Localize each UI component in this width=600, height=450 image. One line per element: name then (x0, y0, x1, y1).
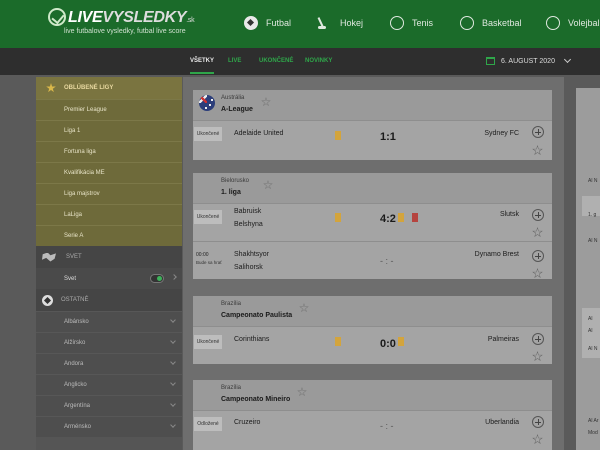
chevron-down-icon (170, 317, 176, 323)
tab-live[interactable]: LIVE (228, 58, 241, 64)
basketball-icon (460, 16, 474, 30)
sidebar-item-argentina[interactable]: Argentína (36, 395, 182, 416)
nav-sport-futbal[interactable]: Futbal (244, 14, 291, 32)
favorite-star-icon[interactable] (299, 303, 309, 313)
match-row[interactable]: Ukončené Corinthians 0:0 Palmeiras (193, 326, 552, 364)
add-match-icon[interactable] (532, 126, 544, 138)
world-map-icon (42, 252, 56, 262)
nav-sport-volejbal[interactable]: Volejbal (546, 14, 600, 32)
sidebar-item-anglicko[interactable]: Anglicko (36, 374, 182, 395)
league-header[interactable]: Brazília Campeonato Mineiro (193, 380, 552, 410)
soccer-ball-icon (244, 16, 258, 30)
match-row[interactable]: Ukončené Adelaide United 1:1 Sydney FC (193, 120, 552, 160)
tagline: live futbalove vysledky, futbal live sco… (64, 28, 186, 35)
match-row[interactable]: 00:00 Bude sa hrať Shakhtsyor Salihorsk … (193, 241, 552, 279)
sidebar-item-armensko[interactable]: Arménsko (36, 416, 182, 437)
favorite-star-icon[interactable] (263, 180, 273, 190)
tab-all[interactable]: VŠETKY (190, 58, 215, 74)
add-match-icon[interactable] (532, 416, 544, 428)
sidebar-item-albansko[interactable]: Albánsko (36, 311, 182, 332)
matches-list: Austrália A-League Ukončené Adelaide Uni… (183, 77, 564, 450)
sidebar-item-andora[interactable]: Andora (36, 353, 182, 374)
sidebar: OBLÚBENÉ LIGY Premier League Liga 1 Fort… (36, 77, 182, 450)
soccer-ball-icon (42, 294, 53, 306)
favorite-star-icon[interactable] (261, 97, 271, 107)
filter-bar: VŠETKY LIVE UKONČENÉ NOVINKY 6. AUGUST 2… (0, 48, 600, 75)
favorite-star-icon[interactable] (297, 387, 307, 397)
chevron-down-icon (563, 55, 572, 64)
yellow-card-icon (398, 213, 404, 222)
favorite-toggle[interactable] (150, 274, 164, 283)
sidebar-item-kvalifikacia-me[interactable]: Kvalifikácia ME (36, 162, 182, 183)
favorite-star-icon[interactable] (532, 145, 543, 156)
yellow-card-icon (335, 131, 341, 140)
nav-sport-tenis[interactable]: Tenis (390, 14, 433, 32)
top-header: LIVEVYSLEDKY.sk live futbalove vysledky,… (0, 0, 600, 48)
favorites-header: OBLÚBENÉ LIGY (36, 77, 182, 99)
star-icon (46, 83, 56, 93)
nav-sport-basketbal[interactable]: Basketbal (460, 14, 522, 32)
favorite-star-icon[interactable] (532, 227, 543, 238)
sidebar-item-premier-league[interactable]: Premier League (36, 99, 182, 120)
checkmark-logo-icon (48, 8, 66, 26)
add-match-icon[interactable] (532, 250, 544, 262)
yellow-card-icon (398, 337, 404, 346)
sidebar-item-serie-a[interactable]: Serie A (36, 225, 182, 246)
calendar-icon (486, 57, 495, 65)
sidebar-item-fortuna-liga[interactable]: Fortuna liga (36, 141, 182, 162)
favorite-star-icon[interactable] (532, 434, 543, 445)
league-header[interactable]: Austrália A-League (193, 90, 552, 120)
league-header[interactable]: Brazília Campeonato Paulista (193, 296, 552, 326)
league-header[interactable]: Bielorusko 1. liga (193, 173, 552, 203)
date-picker[interactable]: 6. AUGUST 2020 (486, 55, 572, 65)
match-row[interactable]: Odložené Cruzeiro - : - Uberlandia (193, 410, 552, 450)
red-card-icon (412, 213, 418, 222)
hockey-stick-icon (318, 16, 332, 30)
tab-finished[interactable]: UKONČENÉ (259, 58, 293, 64)
add-match-icon[interactable] (532, 209, 544, 221)
favorite-star-icon[interactable] (532, 351, 543, 362)
chevron-down-icon (170, 380, 176, 386)
tennis-ball-icon (390, 16, 404, 30)
chevron-down-icon (170, 338, 176, 344)
match-row[interactable]: Ukončené Babruisk Belshyna 4:2 Slutsk (193, 203, 552, 241)
sidebar-item-alzirsko[interactable]: Alžírsko (36, 332, 182, 353)
favorite-star-icon[interactable] (532, 268, 543, 279)
sidebar-item-svet[interactable]: Svet (36, 268, 182, 289)
australia-flag-icon (199, 95, 215, 111)
nav-sport-hokej[interactable]: Hokej (318, 14, 363, 32)
other-header: OSTATNÉ (36, 289, 182, 311)
chevron-down-icon (170, 359, 176, 365)
world-header: SVET (36, 246, 182, 268)
sidebar-item-laliga[interactable]: LaLiga (36, 204, 182, 225)
chevron-down-icon (170, 401, 176, 407)
tab-news[interactable]: NOVINKY (305, 58, 332, 64)
yellow-card-icon (335, 337, 341, 346)
yellow-card-icon (335, 213, 341, 222)
sidebar-item-liga-1[interactable]: Liga 1 (36, 120, 182, 141)
sidebar-item-liga-majstrov[interactable]: Liga majstrov (36, 183, 182, 204)
chevron-down-icon (170, 422, 176, 428)
volleyball-icon (546, 16, 560, 30)
right-panel: Al N 1. g Al N Al Al Al N Al Ar Mod (576, 88, 600, 450)
chevron-right-icon (171, 274, 177, 280)
add-match-icon[interactable] (532, 333, 544, 345)
